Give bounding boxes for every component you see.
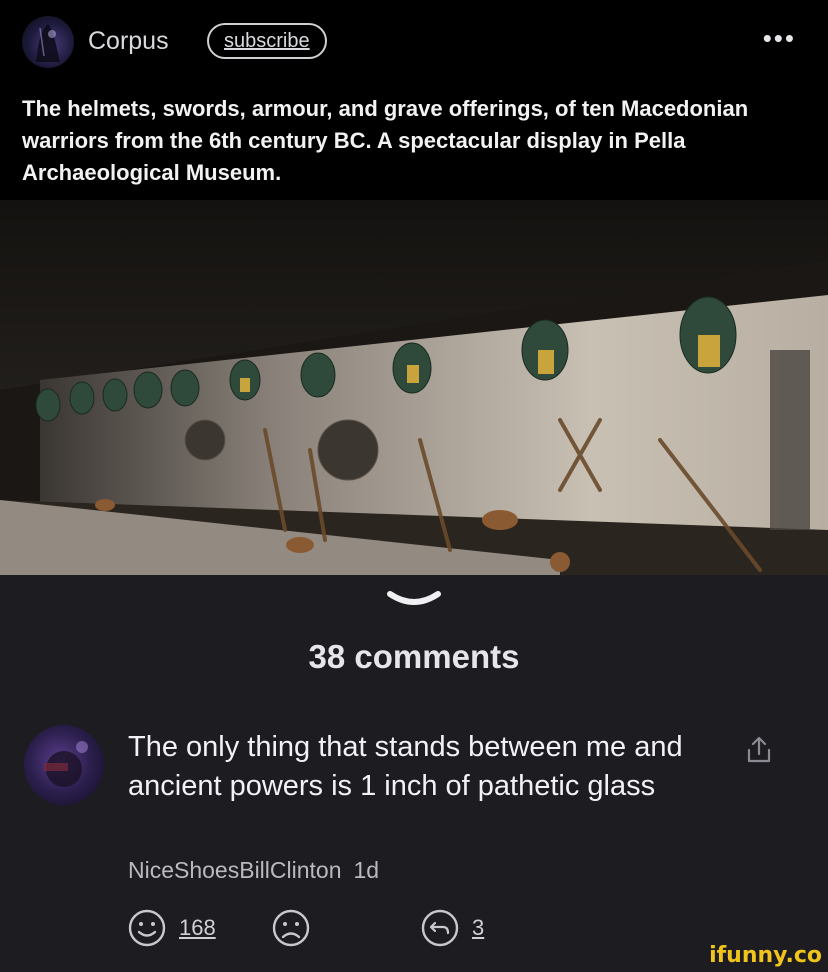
dislike-button[interactable]	[271, 908, 311, 948]
comment-time: 1d	[353, 857, 380, 883]
reply-count: 3	[472, 915, 485, 940]
post-title: The helmets, swords, armour, and grave o…	[22, 96, 749, 185]
comment-author[interactable]: NiceShoesBillClinton	[128, 857, 342, 883]
chevron-down-icon[interactable]	[384, 588, 444, 612]
more-icon[interactable]: •••	[763, 25, 796, 51]
channel-name[interactable]: Corpus	[88, 27, 169, 56]
subscribe-button[interactable]: subscribe	[207, 23, 327, 59]
reply-button[interactable]: 3	[420, 908, 484, 948]
share-icon[interactable]	[745, 735, 773, 765]
reply-icon	[421, 909, 459, 947]
commenter-avatar[interactable]	[24, 725, 104, 805]
comments-count: 38 comments	[308, 638, 520, 675]
post-image[interactable]	[0, 200, 828, 575]
like-count: 168	[179, 915, 216, 940]
channel-avatar[interactable]	[22, 16, 74, 68]
like-button[interactable]: 168	[127, 908, 216, 948]
post-header: Corpus subscribe ••• The helmets, swords…	[0, 0, 828, 200]
comment-meta: NiceShoesBillClinton 1d	[128, 857, 379, 884]
smile-icon	[128, 909, 166, 947]
comment-text: The only thing that stands between me an…	[128, 731, 683, 802]
ifunny-watermark: ifunny.co	[709, 943, 822, 968]
frown-icon	[272, 909, 310, 947]
